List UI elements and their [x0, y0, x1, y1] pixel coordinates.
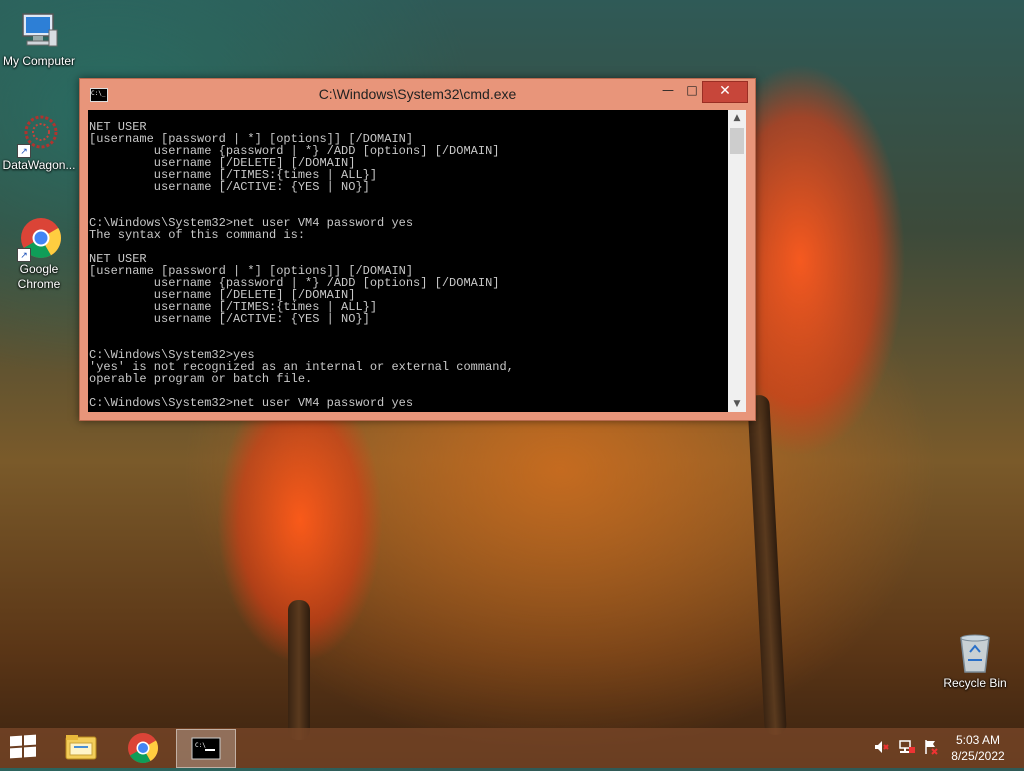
network-icon[interactable]: [898, 738, 916, 760]
windows-logo-icon: [24, 746, 36, 758]
shortcut-arrow-icon: ↗: [17, 248, 31, 262]
file-explorer-icon: [65, 735, 97, 760]
console-text: NET USER [username [password | *] [optio…: [89, 120, 514, 410]
svg-text:C:\: C:\: [195, 742, 206, 749]
window-titlebar[interactable]: C:\_ C:\Windows\System32\cmd.exe — □ ✕: [80, 79, 755, 110]
close-button[interactable]: ✕: [702, 81, 748, 103]
vertical-scrollbar[interactable]: ▲ ▼: [728, 110, 746, 412]
desktop-icon-label: My Computer: [2, 54, 76, 68]
desktop-icon-recycle-bin[interactable]: Recycle Bin: [936, 630, 1014, 691]
desktop-icon-datawagon[interactable]: ↗ DataWagon...: [0, 112, 78, 173]
volume-muted-icon[interactable]: [872, 738, 890, 760]
maximize-button[interactable]: □: [680, 81, 704, 101]
taskbar: C:\ 5:03 AM 8/25/2022: [0, 728, 1024, 768]
taskbar-file-explorer[interactable]: [52, 729, 110, 766]
taskbar-cmd[interactable]: C:\: [176, 729, 236, 768]
scroll-down-icon[interactable]: ▼: [728, 396, 746, 412]
desktop-icon-label: Recycle Bin: [943, 676, 1007, 690]
windows-logo-icon: [10, 735, 22, 747]
chrome-icon: ↗: [17, 216, 61, 262]
console-output[interactable]: NET USER [username [password | *] [optio…: [88, 110, 728, 412]
wallpaper-stem: [747, 394, 787, 736]
chrome-icon: [128, 733, 158, 764]
system-clock[interactable]: 5:03 AM 8/25/2022: [938, 732, 1018, 764]
windows-logo-icon: [24, 734, 36, 746]
window-title: C:\Windows\System32\cmd.exe: [318, 86, 517, 102]
clock-time: 5:03 AM: [955, 733, 1001, 747]
clock-date: 8/25/2022: [951, 749, 1005, 763]
desktop-icon-label: Google Chrome: [17, 262, 61, 291]
taskbar-chrome[interactable]: [114, 729, 172, 766]
desktop-icon-google-chrome[interactable]: ↗ Google Chrome: [0, 216, 78, 292]
cmd-icon: C:\: [191, 737, 221, 760]
computer-icon: [17, 8, 61, 52]
scroll-thumb[interactable]: [730, 128, 744, 154]
desktop-icon-label: DataWagon...: [2, 158, 76, 172]
minimize-button[interactable]: —: [656, 81, 680, 101]
cmd-window[interactable]: C:\_ C:\Windows\System32\cmd.exe — □ ✕ N…: [79, 78, 756, 421]
windows-logo-icon: [10, 747, 22, 759]
desktop-icon-my-computer[interactable]: My Computer: [0, 8, 78, 69]
scroll-up-icon[interactable]: ▲: [728, 110, 746, 126]
wallpaper-stem: [288, 600, 310, 740]
recycle-bin-icon: [953, 630, 997, 674]
datawagon-icon: ↗: [17, 112, 61, 158]
shortcut-arrow-icon: ↗: [17, 144, 31, 158]
start-button[interactable]: [10, 734, 38, 760]
